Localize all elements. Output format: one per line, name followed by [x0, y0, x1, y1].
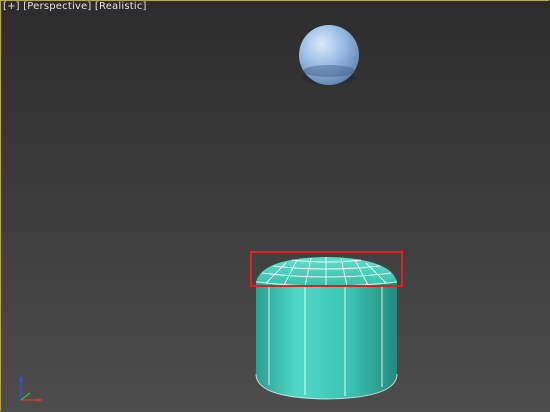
- axis-x-arrow: [37, 398, 43, 402]
- cylinder-body: [256, 282, 397, 399]
- sphere-lower-band: [303, 65, 355, 77]
- cylinder-object[interactable]: [255, 257, 398, 400]
- scene-canvas[interactable]: [0, 0, 550, 412]
- axis-z-arrow: [19, 375, 23, 381]
- axis-y-line: [20, 392, 31, 401]
- perspective-viewport[interactable]: [+] [Perspective] [Realistic]: [0, 0, 550, 412]
- sphere-object[interactable]: [299, 25, 359, 85]
- axis-tripod-icon: [19, 375, 43, 402]
